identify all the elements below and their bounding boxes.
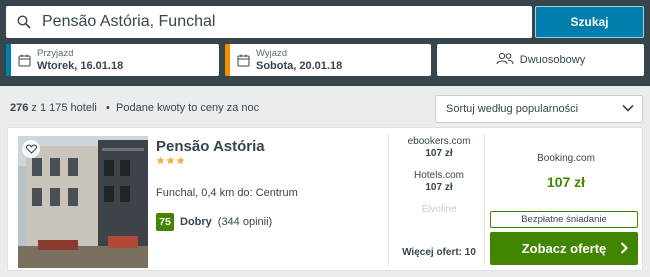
offer-provider: ebookers.com bbox=[407, 136, 471, 147]
calendar-icon bbox=[11, 54, 37, 67]
checkin-date-field[interactable]: Przyjazd Wtorek, 16.01.18 bbox=[6, 44, 219, 76]
search-header: Pensão Astória, Funchal Szukaj Przyjazd … bbox=[0, 0, 650, 86]
best-deal-provider[interactable]: Booking.com bbox=[491, 153, 641, 164]
best-deal-price[interactable]: 107 zł bbox=[491, 174, 641, 190]
hotel-result-card: Pensão Astória Funchal, 0,4 km do: Centr… bbox=[7, 127, 643, 271]
view-deal-label: Zobacz ofertę bbox=[521, 241, 607, 256]
hotel-rating[interactable]: 75 Dobry (344 opinii) bbox=[156, 213, 272, 231]
view-deal-button[interactable]: Zobacz ofertę bbox=[490, 232, 638, 265]
offer-item[interactable]: Elvoline bbox=[394, 204, 484, 216]
star-icon bbox=[166, 156, 175, 165]
chevron-down-icon bbox=[622, 103, 634, 115]
offer-provider: Hotels.com bbox=[413, 170, 464, 181]
results-summary: 276 z 1 175 hoteli • Podane kwoty to cen… bbox=[10, 102, 259, 114]
checkout-label: Wyjazd bbox=[256, 48, 288, 59]
offer-item[interactable]: Hotels.com 107 zł bbox=[394, 170, 484, 194]
results-separator: • bbox=[106, 102, 110, 114]
search-button[interactable]: Szukaj bbox=[535, 6, 644, 38]
chevron-right-icon bbox=[620, 242, 628, 257]
more-offers-link[interactable]: Więcej ofert: 10 bbox=[394, 247, 484, 258]
checkin-value: Wtorek, 16.01.18 bbox=[37, 60, 124, 72]
star-icon bbox=[156, 156, 165, 165]
results-total: z 1 175 hoteli bbox=[31, 102, 97, 114]
offers-list: ebookers.com 107 zł Hotels.com 107 zł El… bbox=[394, 136, 484, 226]
checkout-value: Sobota, 20.01.18 bbox=[256, 60, 343, 72]
results-count: 276 bbox=[10, 102, 29, 114]
search-input[interactable]: Pensão Astória, Funchal bbox=[6, 6, 532, 38]
hotel-stars bbox=[156, 156, 185, 165]
search-icon bbox=[6, 15, 42, 29]
guests-icon bbox=[496, 52, 514, 68]
checkin-label: Przyjazd bbox=[37, 48, 74, 59]
rating-score-badge: 75 bbox=[156, 213, 174, 231]
favorite-heart-icon[interactable] bbox=[22, 140, 40, 158]
checkout-date-field[interactable]: Wyjazd Sobota, 20.01.18 bbox=[225, 44, 431, 76]
review-count: (344 opinii) bbox=[217, 216, 273, 228]
room-type-selector[interactable]: Dwuosobowy bbox=[437, 44, 644, 76]
free-breakfast-badge: Bezpłatne śniadanie bbox=[490, 211, 638, 228]
sort-selected: Sortuj według popularności bbox=[446, 103, 579, 115]
column-divider bbox=[388, 134, 389, 266]
star-icon bbox=[176, 156, 185, 165]
search-input-value: Pensão Astória, Funchal bbox=[42, 13, 216, 30]
hotel-location[interactable]: Funchal, 0,4 km do: Centrum bbox=[156, 187, 298, 199]
room-type-label: Dwuosobowy bbox=[519, 54, 586, 66]
rating-word: Dobry bbox=[180, 216, 212, 228]
offer-price: 107 zł bbox=[425, 182, 453, 193]
offer-price: 107 zł bbox=[425, 148, 453, 159]
calendar-icon bbox=[230, 54, 256, 67]
offer-item[interactable]: ebookers.com 107 zł bbox=[394, 136, 484, 160]
hotel-photo[interactable] bbox=[18, 136, 148, 268]
hotel-name[interactable]: Pensão Astória bbox=[156, 138, 265, 155]
price-note: Podane kwoty to ceny za noc bbox=[116, 102, 260, 114]
offer-provider: Elvoline bbox=[421, 204, 457, 215]
sort-dropdown[interactable]: Sortuj według popularności bbox=[435, 95, 643, 123]
column-divider bbox=[484, 134, 485, 266]
